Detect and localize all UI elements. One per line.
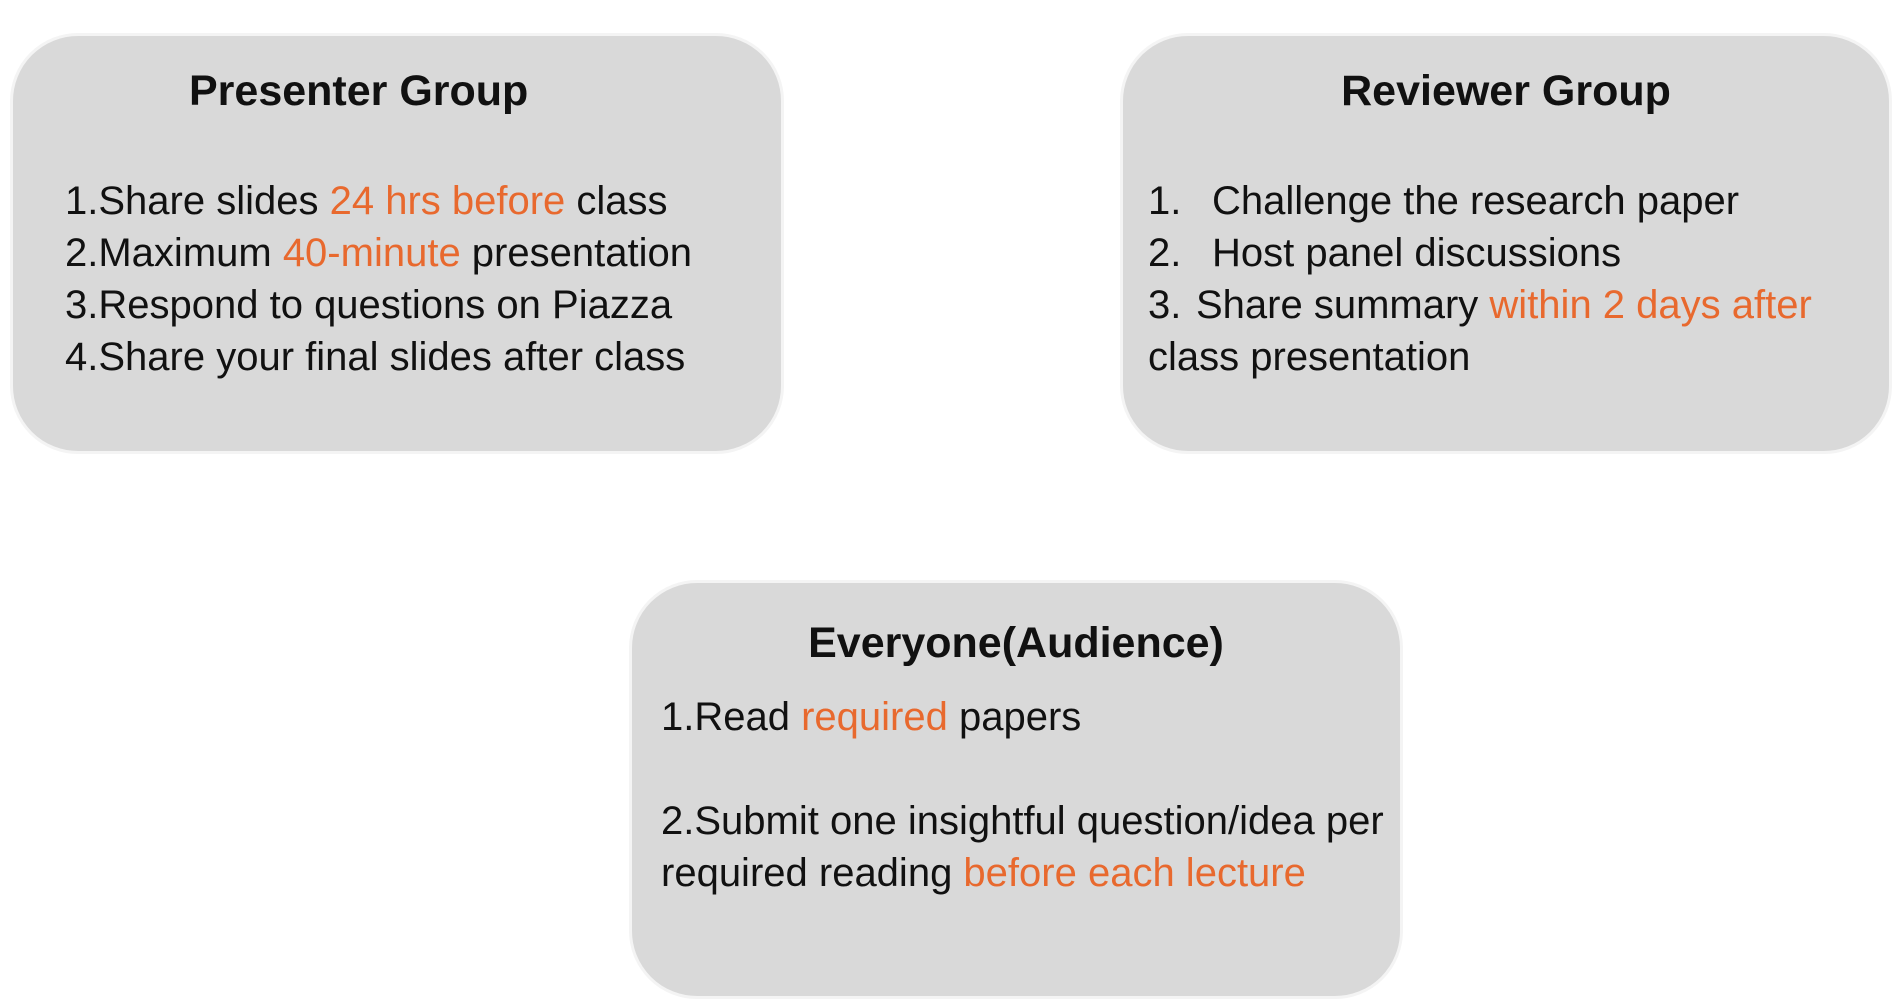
item-number: 1. — [65, 179, 99, 223]
item-number: 3. — [65, 283, 99, 327]
item-text: Read — [694, 695, 802, 739]
list-item: 1. Challenge the research paper — [1148, 175, 1812, 227]
item-text: Share slides — [98, 179, 330, 223]
item-highlight: 24 hrs before — [329, 179, 566, 223]
audience-list: 1.Read required papers 2.Submit one insi… — [661, 691, 1384, 899]
item-highlight: within 2 days after — [1489, 283, 1812, 327]
presenter-group-title: Presenter Group — [189, 67, 529, 115]
list-spacer — [661, 743, 1384, 795]
item-highlight: before each lecture — [963, 851, 1306, 895]
list-item-continuation: required reading before each lecture — [661, 847, 1384, 899]
item-text: Host panel discussions — [1212, 231, 1622, 275]
item-number: 2. — [65, 231, 99, 275]
item-text: class presentation — [1148, 335, 1471, 379]
item-number: 3. — [1148, 283, 1182, 327]
item-highlight: 40-minute — [282, 231, 461, 275]
item-number: 2. — [661, 799, 695, 843]
audience-title: Everyone(Audience) — [808, 619, 1224, 667]
item-text: Share summary — [1196, 283, 1490, 327]
reviewer-group-list: 1. Challenge the research paper 2. Host pa… — [1148, 175, 1812, 383]
reviewer-group-title: Reviewer Group — [1341, 67, 1671, 115]
item-text: presentation — [460, 231, 692, 275]
item-text: papers — [947, 695, 1082, 739]
list-item: 2. Host panel discussions — [1148, 227, 1812, 279]
diagram-canvas: Presenter Group 1.Share slides 24 hrs be… — [0, 0, 1898, 1000]
item-text: required reading — [661, 851, 964, 895]
list-item-continuation: class presentation — [1148, 331, 1812, 383]
list-item: 2.Maximum 40-minute presentation — [65, 227, 692, 279]
item-number: 2. — [1148, 231, 1182, 275]
item-text: Challenge the research paper — [1212, 179, 1740, 223]
list-item: 1.Share slides 24 hrs before class — [65, 175, 692, 227]
audience-box: Everyone(Audience) 1.Read required paper… — [629, 580, 1403, 999]
list-item: 3. Share summary within 2 days after — [1148, 279, 1812, 331]
item-number: 1. — [661, 695, 695, 739]
reviewer-group-box: Reviewer Group 1. Challenge the research … — [1120, 33, 1892, 454]
item-text: Respond to questions on Piazza — [98, 283, 673, 327]
list-item: 3.Respond to questions on Piazza — [65, 279, 692, 331]
presenter-group-box: Presenter Group 1.Share slides 24 hrs be… — [10, 33, 784, 454]
item-text: Share your final slides after class — [98, 335, 686, 379]
list-item: 1.Read required papers — [661, 691, 1384, 743]
item-text: class — [565, 179, 668, 223]
item-highlight: required — [801, 695, 948, 739]
list-item: 4.Share your final slides after class — [65, 331, 692, 383]
item-number: 4. — [65, 335, 99, 379]
presenter-group-list: 1.Share slides 24 hrs before class 2.Max… — [65, 175, 692, 383]
item-text: Submit one insightful question/idea per — [694, 799, 1384, 843]
item-text: Maximum — [98, 231, 283, 275]
list-item: 2.Submit one insightful question/idea pe… — [661, 795, 1384, 847]
item-number: 1. — [1148, 179, 1182, 223]
